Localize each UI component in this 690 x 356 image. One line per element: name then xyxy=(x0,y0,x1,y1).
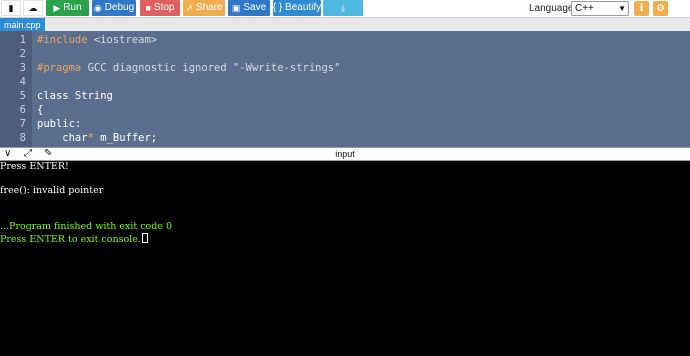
code-line[interactable]: 7 public: xyxy=(0,117,690,131)
code-token: { xyxy=(37,104,44,116)
share-label: Share xyxy=(195,2,223,13)
gear-icon: ⚙ xyxy=(656,3,665,14)
code-text: #pragma GCC diagnostic ignored "-Wwrite-… xyxy=(37,61,340,75)
upload-button[interactable]: ☁ xyxy=(23,0,43,16)
code-text: #include <iostream> xyxy=(37,33,157,47)
code-line[interactable]: 8 char* m_Buffer; xyxy=(0,131,690,145)
stop-button[interactable]: ■ Stop xyxy=(140,0,180,16)
run-button[interactable]: ▶ Run xyxy=(46,0,89,16)
code-text: char* m_Buffer; xyxy=(37,131,157,145)
code-line[interactable]: 1 #include <iostream> xyxy=(0,33,690,47)
debug-label: Debug xyxy=(104,2,135,13)
stop-label: Stop xyxy=(153,2,175,13)
code-token: #pragma xyxy=(37,62,82,74)
code-token: GCC diagnostic ignored "-Wwrite-strings" xyxy=(81,62,341,74)
line-number: 5 xyxy=(19,90,26,102)
save-label: Save xyxy=(243,2,267,13)
code-text: class String xyxy=(37,89,113,103)
console-header: ∨ ⤢ ✎ input xyxy=(0,147,690,161)
cloud-upload-icon: ☁ xyxy=(28,3,38,13)
line-number: 2 xyxy=(19,48,26,60)
text-cursor xyxy=(141,233,148,243)
line-number: 6 xyxy=(19,104,26,116)
share-button[interactable]: ↗ Share xyxy=(183,0,225,16)
console-line: Press ENTER! xyxy=(0,161,69,172)
code-line[interactable]: 3 #pragma GCC diagnostic ignored "-Wwrite… xyxy=(0,61,690,75)
code-editor[interactable]: 1 #include <iostream> 2 3 #pragma GCC diagno… xyxy=(0,31,690,147)
file-tab-bar: main.cpp xyxy=(0,17,690,32)
stop-icon: ■ xyxy=(145,3,151,13)
code-text: public: xyxy=(37,117,81,131)
toolbar: ▮ ☁ ▶ Run ◉ Debug ■ Stop ↗ Share ▣ Save … xyxy=(0,0,690,17)
code-line[interactable]: 6{ xyxy=(0,103,690,117)
run-label: Run xyxy=(63,2,82,13)
beautify-button[interactable]: { } Beautify xyxy=(273,0,321,16)
code-token: #include xyxy=(37,34,88,46)
line-number: 3 xyxy=(19,62,26,74)
bug-icon: ◉ xyxy=(93,3,102,13)
line-number: 8 xyxy=(19,132,26,144)
console-title: input xyxy=(335,149,355,159)
code-text: { xyxy=(37,103,43,117)
code-token: class String xyxy=(37,90,113,102)
download-button[interactable]: ⤓ xyxy=(323,0,363,16)
share-icon: ↗ xyxy=(185,3,193,13)
file-icon: ▮ xyxy=(8,3,14,13)
console-output[interactable]: Press ENTER! free(): invalid pointer ...Pr… xyxy=(0,161,690,356)
floppy-disk-icon: ▣ xyxy=(231,3,241,13)
download-icon: ⤓ xyxy=(341,3,345,13)
code-line[interactable]: 5 class String xyxy=(0,89,690,103)
info-icon: ℹ xyxy=(639,3,644,14)
language-label: Language xyxy=(529,3,574,14)
language-value: C++ xyxy=(575,3,594,14)
code-line[interactable]: 4 xyxy=(0,75,690,89)
save-button[interactable]: ▣ Save xyxy=(228,0,270,16)
code-token: m_Buffer; xyxy=(93,132,158,144)
code-token: <iostream> xyxy=(87,34,158,46)
info-button[interactable]: ℹ xyxy=(634,1,649,16)
tab-main-cpp[interactable]: main.cpp xyxy=(0,18,45,32)
debug-button[interactable]: ◉ Debug xyxy=(92,0,136,16)
beautify-label: { } Beautify xyxy=(272,2,322,13)
new-file-button[interactable]: ▮ xyxy=(1,0,21,16)
console-line: ...Program finished with exit code 0 xyxy=(0,221,173,232)
code-token: public: xyxy=(37,118,82,130)
console-line: Press ENTER to exit console. xyxy=(0,233,148,246)
console-line: free(): invalid pointer xyxy=(0,185,104,196)
line-number: 4 xyxy=(19,76,26,88)
line-number: 1 xyxy=(19,34,26,46)
play-icon: ▶ xyxy=(53,3,61,13)
code-token: char xyxy=(37,132,88,144)
settings-button[interactable]: ⚙ xyxy=(653,1,668,16)
code-line[interactable]: 2 xyxy=(0,47,690,61)
line-number: 7 xyxy=(19,118,26,130)
language-select[interactable]: C++ ▼ xyxy=(571,1,629,16)
chevron-down-icon: ▼ xyxy=(618,4,626,13)
